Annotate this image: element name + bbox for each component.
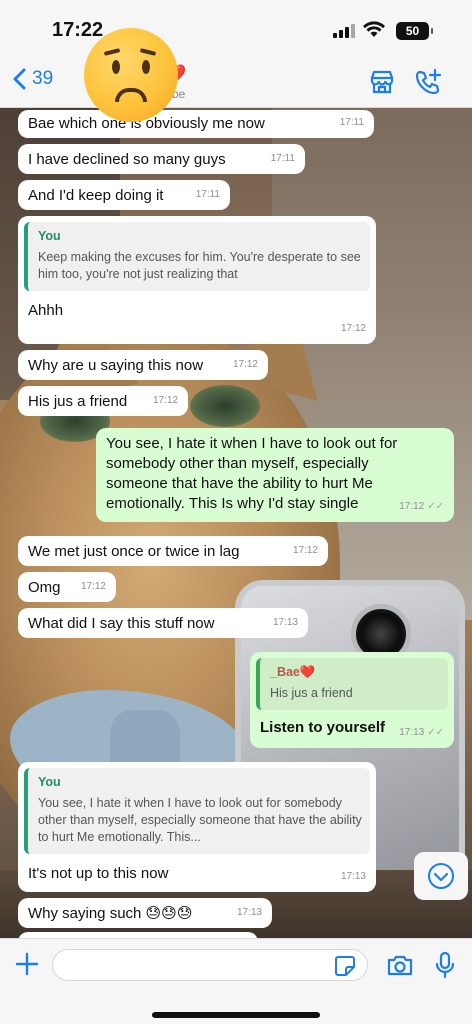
quoted-message[interactable]: You You see, I hate it when I have to lo…: [24, 768, 370, 854]
store-icon: [370, 70, 394, 94]
message-time: 17:12: [292, 545, 318, 556]
chat-header: 39 ❤️ be: [0, 60, 472, 108]
quote-author: You: [38, 229, 61, 243]
message-time: 17:13: [272, 617, 298, 628]
message-time: 17:11: [195, 189, 220, 200]
message-bubble-incoming[interactable]: Why saying such 😓😓😓 17:13: [18, 898, 272, 928]
message-time: 17:12: [152, 395, 178, 406]
status-time: 17:22: [52, 19, 104, 41]
reply-bubble-incoming[interactable]: You Keep making the excuses for him. You…: [18, 216, 376, 344]
message-time: 17:13: [236, 907, 262, 918]
scroll-down-icon: [428, 863, 454, 889]
microphone-button[interactable]: [434, 951, 456, 984]
status-bar: 17:22 50: [0, 0, 472, 60]
confused-face-emoji-overlay: [84, 28, 178, 122]
message-bubble-incoming[interactable]: We met just once or twice in lag 17:12: [18, 536, 328, 566]
sticker-icon: [335, 956, 355, 976]
message-time: 17:12: [80, 581, 106, 592]
store-button[interactable]: [368, 68, 396, 101]
message-time: 17:12 ✓✓: [399, 497, 444, 517]
message-bubble-incoming[interactable]: I have declined so many guys 17:11: [18, 144, 305, 174]
message-time: 17:11: [339, 117, 364, 128]
reply-bubble-outgoing[interactable]: _Bae❤️ His jus a friend Listen to yourse…: [250, 652, 454, 748]
reply-bubble-incoming[interactable]: You You see, I hate it when I have to lo…: [18, 762, 376, 892]
message-bubble-incoming[interactable]: Why are u saying this now 17:12: [18, 350, 268, 380]
sticker-button[interactable]: [334, 955, 356, 982]
camera-icon: [387, 955, 413, 976]
add-call-button[interactable]: [414, 68, 442, 101]
message-time: 17:12: [232, 359, 258, 370]
message-input[interactable]: [52, 949, 368, 981]
message-text: Ahhh: [28, 302, 64, 319]
message-time: 17:13 ✓✓: [399, 723, 444, 743]
microphone-icon: [435, 951, 455, 979]
message-bubble-incoming[interactable]: What did I say this stuff now 17:13: [18, 608, 308, 638]
quote-author: _Bae❤️: [270, 665, 316, 679]
message-bubble-incoming[interactable]: And I'd keep doing it 17:11: [18, 180, 230, 210]
scroll-down-button[interactable]: [414, 852, 468, 900]
read-ticks-icon: ✓✓: [427, 727, 444, 738]
back-chevron-icon: [13, 68, 26, 90]
quoted-message[interactable]: _Bae❤️ His jus a friend: [256, 658, 448, 710]
quoted-message[interactable]: You Keep making the excuses for him. You…: [24, 222, 370, 291]
read-ticks-icon: ✓✓: [427, 501, 444, 512]
plus-icon: [15, 952, 39, 976]
back-button[interactable]: 39: [12, 68, 53, 90]
quote-author: You: [38, 775, 61, 789]
quote-text: You see, I hate it when I have to look o…: [38, 796, 362, 844]
quote-text: Keep making the excuses for him. You're …: [38, 250, 361, 281]
message-bubble-incoming[interactable]: His jus a friend 17:12: [18, 386, 188, 416]
add-call-icon: [415, 68, 442, 95]
message-time: 17:13: [340, 871, 366, 882]
message-time: 17:11: [270, 153, 295, 164]
quote-text: His jus a friend: [270, 686, 353, 700]
message-time: 17:12: [340, 323, 366, 334]
wifi-icon: [362, 20, 386, 43]
signal-icon: [333, 24, 355, 38]
message-text: It's not up to this now: [28, 865, 169, 882]
message-bubble-incoming[interactable]: Omg 17:12: [18, 572, 116, 602]
battery-icon: 50: [396, 22, 433, 40]
composer-bar: [0, 938, 472, 1024]
unread-count: 39: [32, 68, 54, 89]
camera-button[interactable]: [386, 953, 414, 982]
home-indicator: [152, 1012, 320, 1018]
attach-button[interactable]: [14, 951, 40, 982]
message-bubble-incoming[interactable]: Bae which one is obviously me now 17:11: [18, 110, 374, 138]
message-bubble-outgoing[interactable]: You see, I hate it when I have to look o…: [96, 428, 454, 522]
